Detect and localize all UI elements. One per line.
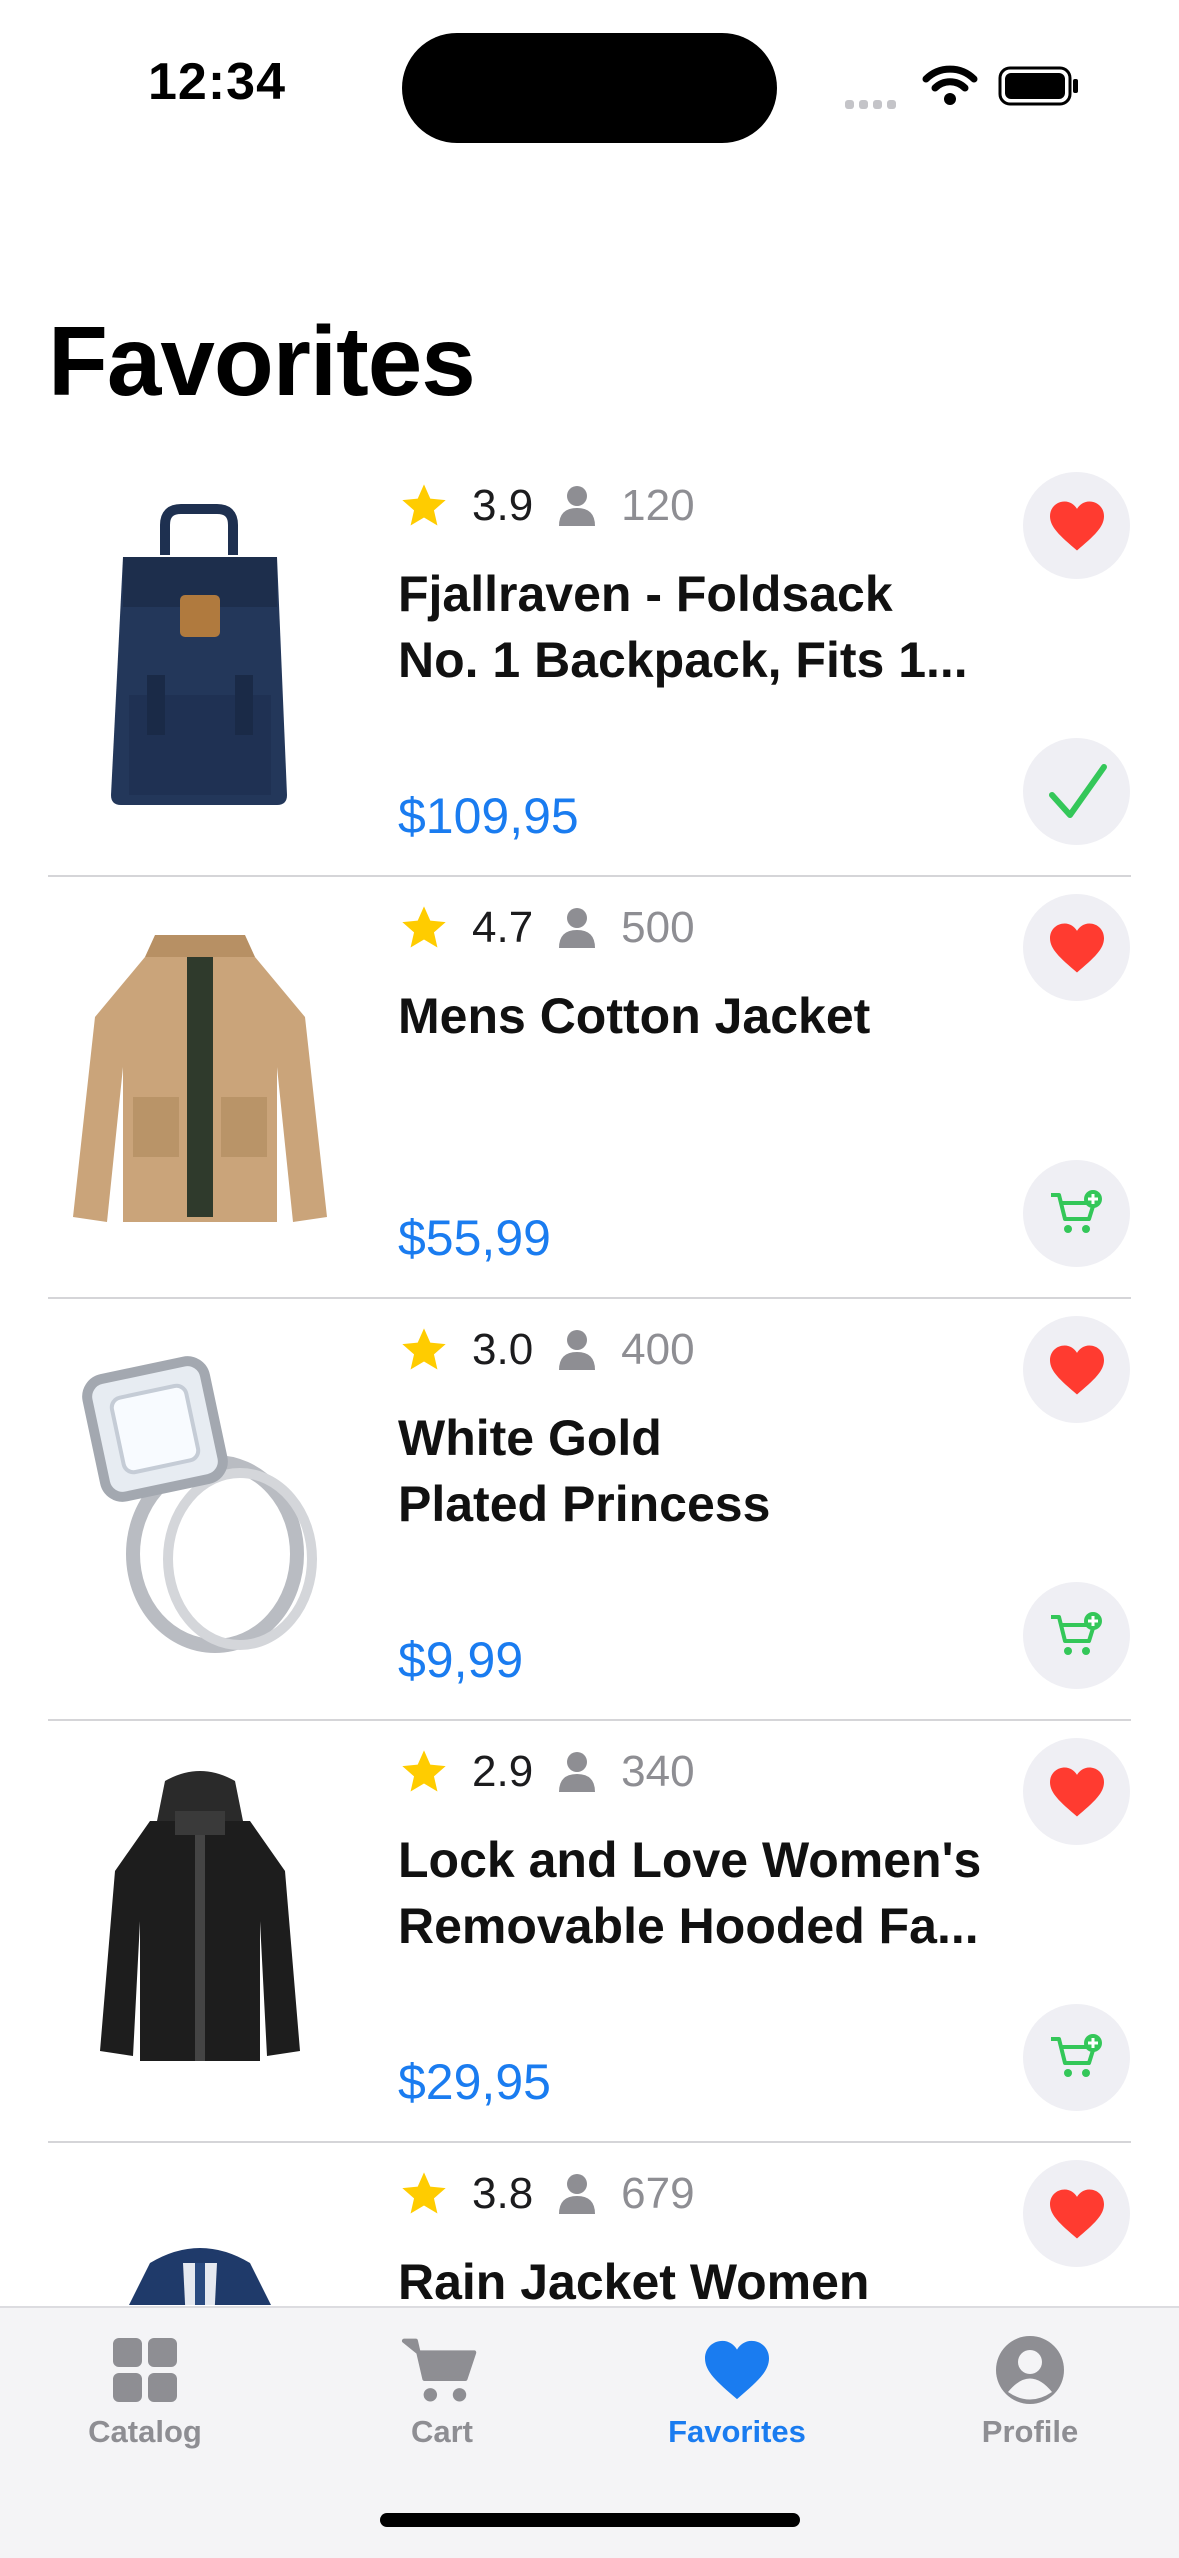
product-title-line: Fjallraven - Foldsack [398,566,893,622]
person-icon [559,1330,596,1370]
favorite-button[interactable] [1023,1738,1130,1845]
rating-value: 3.9 [472,481,534,530]
add-to-cart-icon [1050,1189,1102,1233]
page-title: Favorites [48,306,476,416]
product-title-line: White Gold [398,1410,662,1466]
product-title[interactable]: Lock and Love Women's Removable Hooded F… [398,1827,988,1959]
tab-label: Cart [410,2414,473,2449]
dynamic-island [402,33,777,143]
product-image-backpack [111,504,287,805]
rating-row: 3.9 120 [398,471,695,541]
product-title[interactable]: Mens Cotton Jacket [398,983,988,1049]
tab-profile[interactable]: Profile [930,2330,1130,2450]
battery-icon [998,66,1078,106]
grid-icon [113,2338,177,2402]
rating-value: 3.0 [472,1325,534,1374]
rating-row: 3.0 400 [398,1315,695,1385]
product-price: $9,99 [398,1632,524,1688]
review-count: 500 [621,903,695,952]
profile-icon [996,2336,1064,2404]
favorite-button[interactable] [1023,472,1130,579]
person-icon [559,486,596,526]
add-to-cart-button[interactable] [1023,1582,1130,1689]
star-icon [402,484,446,526]
add-to-cart-button[interactable] [1023,1160,1130,1267]
cart-icon [401,2338,477,2402]
product-image-cotton-jacket [73,935,327,1222]
rating-value: 2.9 [472,1747,534,1796]
star-icon [402,1328,446,1370]
product-title-line: Mens Cotton Jacket [398,988,871,1044]
heart-icon [705,2340,769,2400]
product-row[interactable]: 4.7 500 Mens Cotton Jacket $55,99 [0,877,1179,1299]
rating-value: 3.8 [472,2169,534,2218]
product-image-rain-jacket [129,2248,271,2305]
heart-icon [1049,1766,1104,1817]
product-title[interactable]: Rain Jacket Women [398,2249,988,2305]
tab-catalog[interactable]: Catalog [45,2330,245,2450]
review-count: 340 [621,1747,695,1796]
favorite-button[interactable] [1023,1316,1130,1423]
product-row[interactable]: 3.9 120 Fjallraven - Foldsack No. 1 Back… [0,455,1179,877]
rating-row: 4.7 500 [398,893,695,963]
product-title-line: No. 1 Backpack, Fits 1... [398,632,968,688]
rating-value: 4.7 [472,903,534,952]
product-title[interactable]: Fjallraven - Foldsack No. 1 Backpack, Fi… [398,561,988,693]
home-indicator[interactable] [380,2513,800,2527]
tab-favorites[interactable]: Favorites [637,2330,837,2450]
in-cart-button[interactable] [1023,738,1130,845]
product-title-line: Removable Hooded Fa... [398,1898,979,1954]
wifi-icon [922,65,978,105]
tab-cart[interactable]: Cart [342,2330,542,2450]
star-icon [402,906,446,948]
product-price: $109,95 [398,788,579,844]
favorite-button[interactable] [1023,894,1130,1001]
cellular-signal-icon [845,96,901,114]
tab-label: Catalog [88,2414,202,2449]
status-time: 12:34 [148,53,286,111]
rating-row: 2.9 340 [398,1737,695,1807]
review-count: 679 [621,2169,695,2218]
product-row[interactable]: 2.9 340 Lock and Love Women's Removable … [0,1721,1179,2143]
heart-icon [1049,1344,1104,1395]
heart-icon [1049,922,1104,973]
product-title[interactable]: White Gold Plated Princess [398,1405,988,1537]
product-price: $29,95 [398,2054,551,2110]
person-icon [559,908,596,948]
person-icon [559,1752,596,1792]
favorite-button[interactable] [1023,2160,1130,2267]
product-row[interactable]: 3.8 679 Rain Jacket Women [0,2143,1179,2305]
checkmark-icon [1048,763,1107,818]
product-image-ring [82,1356,317,1653]
product-title-line: Plated Princess [398,1476,771,1532]
add-to-cart-icon [1050,1611,1102,1655]
product-image-leather-jacket [100,1771,300,2061]
status-bar: 12:34 [0,0,1179,170]
product-price: $55,99 [398,1210,551,1266]
favorites-list[interactable]: 3.9 120 Fjallraven - Foldsack No. 1 Back… [0,455,1179,2305]
heart-icon [1049,500,1104,551]
review-count: 120 [621,481,695,530]
product-title-line: Lock and Love Women's [398,1832,982,1888]
tab-label: Favorites [668,2414,806,2449]
star-icon [402,1750,446,1792]
add-to-cart-button[interactable] [1023,2004,1130,2111]
product-row[interactable]: 3.0 400 White Gold Plated Princess $9,99 [0,1299,1179,1721]
star-icon [402,2172,446,2214]
tab-label: Profile [981,2414,1079,2449]
rating-row: 3.8 679 [398,2159,695,2229]
product-title-line: Rain Jacket Women [398,2254,870,2305]
add-to-cart-icon [1050,2033,1102,2077]
person-icon [559,2174,596,2214]
review-count: 400 [621,1325,695,1374]
heart-icon [1049,2188,1104,2239]
